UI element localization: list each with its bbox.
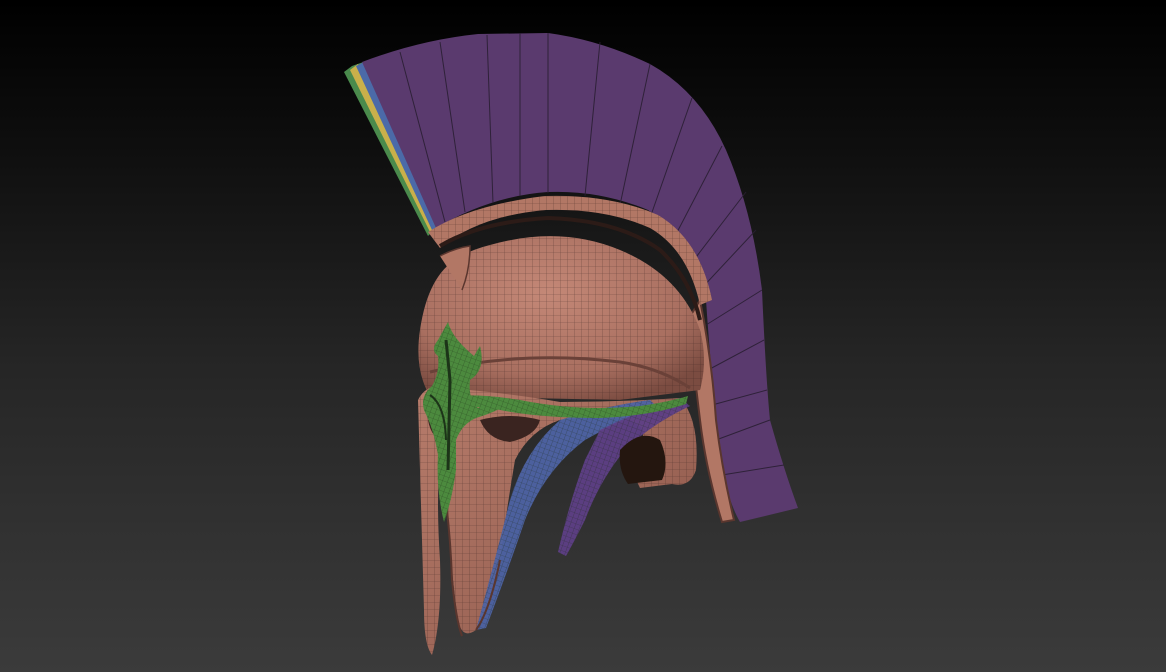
3d-viewport[interactable] — [0, 0, 1166, 672]
helmet-model[interactable] — [0, 0, 1166, 672]
